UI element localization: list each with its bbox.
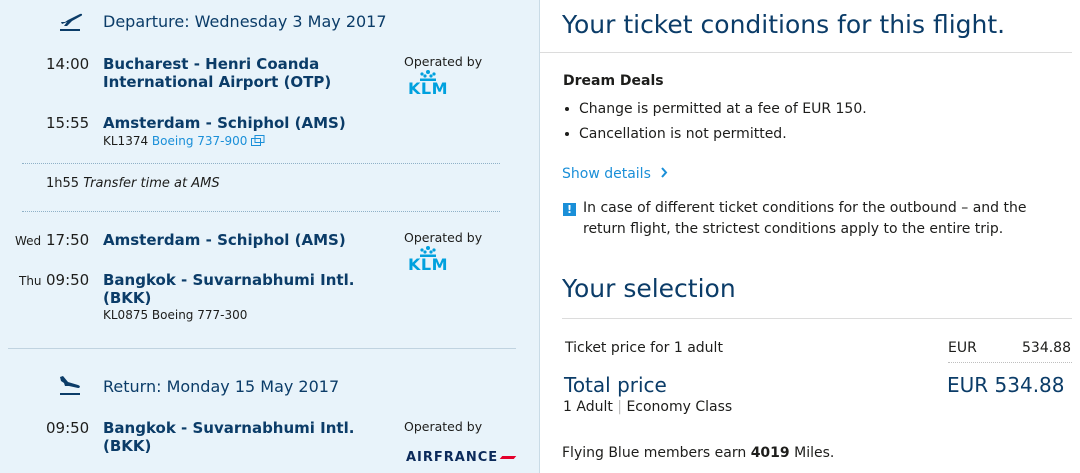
conditions-title-rule [540,52,1072,53]
bullet-icon [565,107,569,111]
condition-text: Change is permitted at a fee of EUR 150. [579,101,867,117]
klm-logo: KLM [404,70,452,98]
leg2-departure-day: Wed [15,234,42,248]
airfrance-stripe [499,456,517,459]
return-leg1-departure-time: 09:50 [46,419,90,437]
leg2-departure-time: 17:50 [46,231,90,249]
return-header: Return: Monday 15 May 2017 [103,377,340,396]
selection-title: Your selection [562,274,736,303]
transfer-duration: 1h55 [46,176,80,191]
return-leg1-departure-airport: Bangkok - Suvarnabhumi Intl. (BKK) [103,419,355,455]
airfrance-logo: AIRFRANCE [406,450,517,465]
info-icon: ! [563,203,576,216]
leg1-aircraft-link[interactable]: Boeing 737-900 [152,134,247,148]
total-price-value: EUR 534.88 [947,373,1065,397]
return-operated-by-label: Operated by [404,419,483,434]
leg1-departure-airport: Bucharest - Henri Coanda International A… [103,55,332,91]
transfer-divider-bottom [22,211,500,212]
leg1-arrival-time: 15:55 [46,114,90,132]
panel-divider [539,0,540,473]
leg2-arrival-day: Thu [19,274,42,288]
leg1-flight-info: KL1374 Boeing 737-900 [103,134,265,149]
leg2-operated-by-label: Operated by [404,230,483,245]
transfer-divider-top [22,163,500,164]
separator: | [617,399,622,415]
miles-value: 4019 [750,445,790,461]
condition-text: Cancellation is not permitted. [579,126,787,142]
miles-prefix: Flying Blue members earn [562,445,747,461]
airfrance-logo-text: AIRFRANCE [406,450,499,465]
show-details-link[interactable]: Show details [562,166,668,182]
total-price-label: Total price [564,373,667,397]
selection-title-rule [562,318,1072,319]
transfer-text: Transfer time at AMS [83,176,220,191]
condition-item-cancellation: Cancellation is not permitted. [565,126,787,142]
return-section-divider [8,348,516,349]
ticket-price-currency: EUR [948,340,977,356]
leg2-departure-airport: Amsterdam - Schiphol (AMS) [103,231,346,249]
fare-name: Dream Deals [563,73,664,89]
chevron-right-icon [660,166,668,182]
conditions-title: Your ticket conditions for this flight. [562,10,1006,39]
passenger-count: 1 Adult [563,399,613,415]
miles-info: Flying Blue members earn 4019 Miles. [562,445,834,461]
klm-logo-text: KLM [407,255,448,274]
conditions-note: In case of different ticket conditions f… [583,200,1027,237]
transfer-info: 1h55 Transfer time at AMS [46,176,220,191]
ticket-price-label: Ticket price for 1 adult [565,340,723,356]
show-details-label: Show details [562,166,651,182]
cabin-class: Economy Class [626,399,733,415]
bullet-icon [565,132,569,136]
leg1-departure-time: 14:00 [46,55,90,73]
klm-logo: KLM [404,246,452,274]
leg2-flight-info: KL0875 Boeing 777-300 [103,308,248,322]
leg2-arrival-time: 09:50 [46,271,90,289]
leg1-operated-by-label: Operated by [404,54,483,69]
ticket-price-amount: 534.88 [1022,340,1071,356]
departure-header: Departure: Wednesday 3 May 2017 [103,12,387,31]
external-window-icon[interactable] [251,134,265,149]
leg1-flight-number: KL1374 [103,134,149,148]
plane-arrival-icon [58,374,84,400]
condition-item-change: Change is permitted at a fee of EUR 150. [565,101,867,117]
ticket-price-rule [948,362,1072,363]
leg2-arrival-airport: Bangkok - Suvarnabhumi Intl. (BKK) [103,271,355,307]
miles-suffix: Miles. [794,445,835,461]
leg1-arrival-airport: Amsterdam - Schiphol (AMS) [103,114,346,132]
passenger-summary: 1 Adult | Economy Class [563,399,732,415]
plane-departure-icon [58,10,84,36]
klm-logo-text: KLM [407,79,448,98]
